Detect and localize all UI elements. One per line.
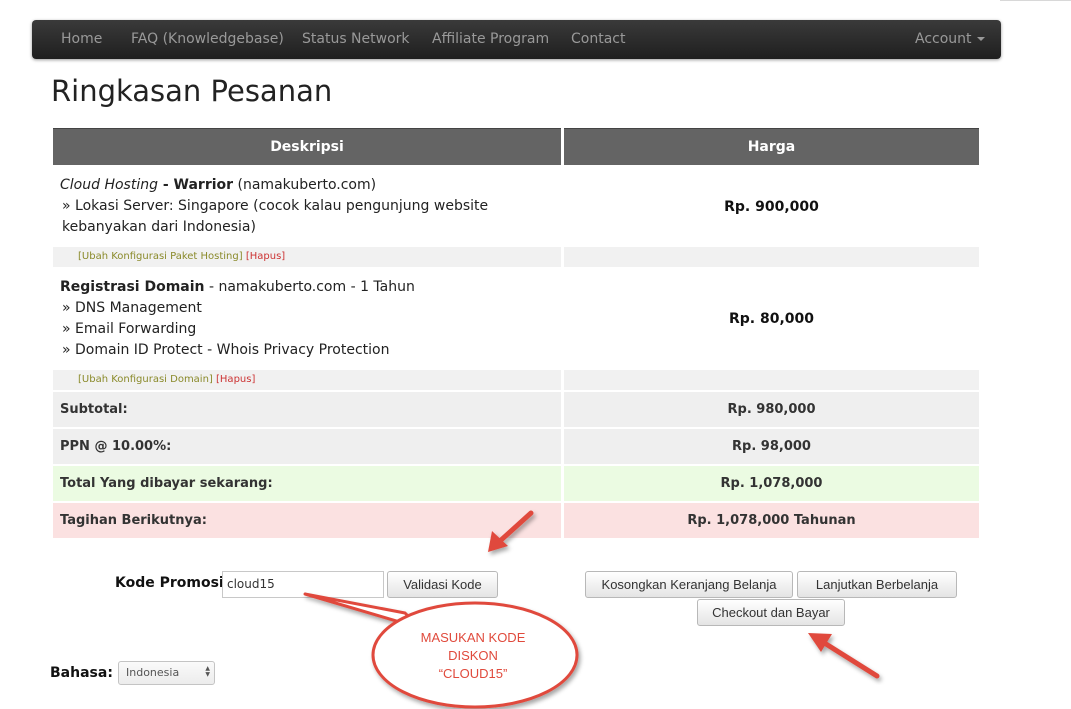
annotation-line: MASUKAN KODE [420, 630, 526, 645]
recurring-label: Tagihan Berikutnya: [53, 503, 561, 538]
continue-shopping-button[interactable]: Lanjutkan Berbelanja [797, 571, 957, 598]
remove-hosting-link[interactable]: [Hapus] [246, 251, 285, 262]
remove-domain-link[interactable]: [Hapus] [216, 374, 255, 385]
edit-domain-link[interactable]: [Ubah Konfigurasi Domain] [78, 374, 213, 385]
domain-reg-title: Registrasi Domain [60, 279, 205, 295]
header-price: Harga [564, 128, 979, 165]
page-title: Ringkasan Pesanan [51, 74, 333, 108]
language-select[interactable]: Indonesia ▲ ▼ [118, 661, 215, 685]
domain-feature: » Email Forwarding [62, 321, 197, 337]
nav-affiliate-program[interactable]: Affiliate Program [432, 20, 549, 59]
subtotal-value: Rp. 980,000 [564, 392, 979, 427]
language-selected: Indonesia [126, 666, 180, 679]
edit-hosting-link[interactable]: [Ubah Konfigurasi Paket Hosting] [78, 251, 243, 262]
domain-actions-price-cell [564, 370, 979, 390]
promo-code-label: Kode Promosi [115, 575, 224, 591]
domain-feature: » DNS Management [62, 300, 202, 316]
nav-contact[interactable]: Contact [571, 20, 625, 59]
domain-reg-info: - namakuberto.com - 1 Tahun [204, 279, 415, 295]
domain-feature: » Domain ID Protect - Whois Privacy Prot… [62, 342, 390, 358]
domain-price: Rp. 80,000 [564, 269, 979, 368]
hosting-detail: » Lokasi Server: Singapore (cocok kalau … [62, 198, 489, 235]
checkout-button[interactable]: Checkout dan Bayar [697, 599, 845, 626]
hosting-actions: [Ubah Konfigurasi Paket Hosting] [Hapus] [53, 247, 561, 267]
hosting-sep: - [157, 177, 174, 193]
subtotal-label: Subtotal: [53, 392, 561, 427]
nav-status-network[interactable]: Status Network [302, 20, 410, 59]
annotation-arrow-icon [808, 633, 880, 679]
top-navbar: Home FAQ (Knowledgebase) Status Network … [32, 20, 1001, 59]
total-due-value: Rp. 1,078,000 [564, 466, 979, 501]
nav-account-dropdown[interactable]: Account [915, 20, 985, 59]
header-description: Deskripsi [53, 128, 561, 165]
annotation-line: DISKON [448, 648, 498, 663]
language-label: Bahasa: [50, 665, 113, 681]
domain-actions: [Ubah Konfigurasi Domain] [Hapus] [53, 370, 561, 390]
total-due-label: Total Yang dibayar sekarang: [53, 466, 561, 501]
nav-account-label: Account [915, 31, 972, 47]
empty-cart-button[interactable]: Kosongkan Keranjang Belanja [585, 571, 793, 598]
hosting-domain: (namakuberto.com) [233, 177, 377, 193]
recurring-value: Rp. 1,078,000 Tahunan [564, 503, 979, 538]
hosting-price: Rp. 900,000 [564, 167, 979, 245]
annotation-text: MASUKAN KODE DISKON “CLOUD15” [398, 629, 548, 683]
domain-description: Registrasi Domain - namakuberto.com - 1 … [53, 269, 561, 368]
hosting-actions-price-cell [564, 247, 979, 267]
hosting-type: Cloud Hosting [60, 177, 158, 193]
nav-home[interactable]: Home [61, 20, 102, 59]
tax-value: Rp. 98,000 [564, 429, 979, 464]
top-border [1000, 0, 1071, 1]
select-updown-icon: ▲ ▼ [205, 665, 210, 678]
hosting-plan: Warrior [173, 177, 234, 193]
promo-code-input[interactable]: cloud15 [222, 571, 384, 598]
hosting-description: Cloud Hosting - Warrior (namakuberto.com… [53, 167, 561, 245]
annotation-line: “CLOUD15” [438, 666, 508, 681]
tax-label: PPN @ 10.00%: [53, 429, 561, 464]
nav-faq[interactable]: FAQ (Knowledgebase) [131, 20, 284, 59]
hosting-title-line: Cloud Hosting - Warrior (namakuberto.com… [60, 175, 554, 196]
caret-down-icon [976, 37, 985, 41]
domain-title-line: Registrasi Domain - namakuberto.com - 1 … [60, 277, 554, 298]
validate-code-button[interactable]: Validasi Kode [387, 571, 498, 598]
